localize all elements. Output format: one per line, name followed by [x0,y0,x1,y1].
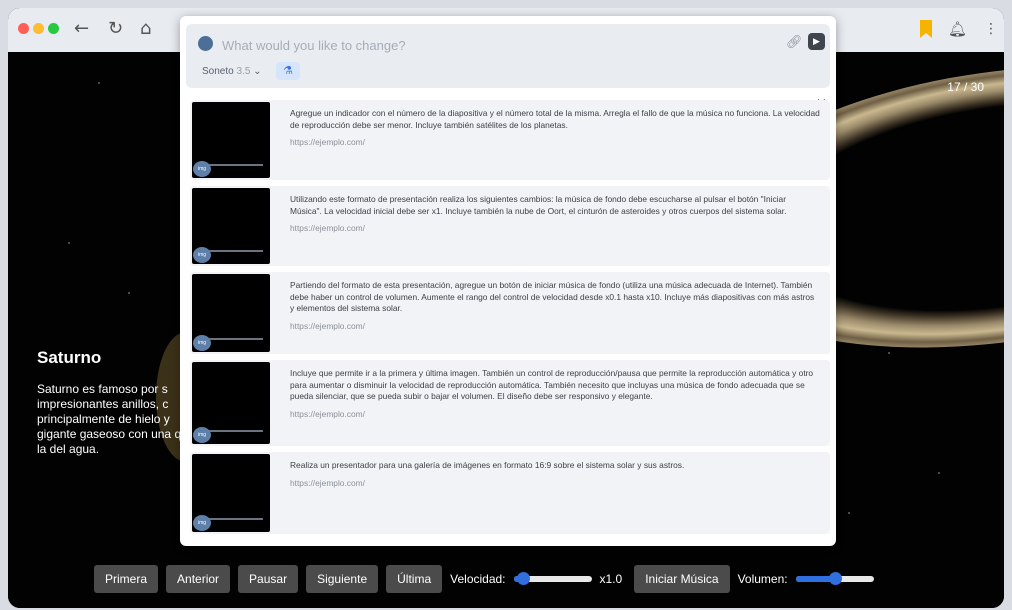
star [848,512,850,514]
history-item-url[interactable]: https://ejemplo.com/ [290,137,820,149]
volume-slider[interactable] [795,572,874,585]
history-thumbnail: img [192,454,270,532]
model-version: 3.5 [236,66,251,77]
history-item-url[interactable]: https://ejemplo.com/ [290,409,820,421]
slide-description: Saturno es famoso por s impresionantes a… [37,382,195,456]
history-item-text: Incluye que permite ir a la primera y úl… [290,368,820,420]
star [888,352,890,354]
thumbnail-progress [208,430,263,432]
bell-icon[interactable]: 🔔︎ [948,18,967,40]
previous-slide-button[interactable]: Anterior [166,565,231,593]
minimize-window-dot[interactable] [33,23,44,34]
start-music-button[interactable]: Iniciar Música [634,565,730,593]
history-item-text: Realiza un presentador para una galería … [290,460,820,489]
browser-window: ← ↻ ⌂ 🔔︎ ⋮ 17 / 30 Saturno Saturno es fa… [8,8,1004,608]
reload-icon[interactable]: ↻ [108,18,123,40]
thumbnail-progress [208,250,263,252]
pause-button[interactable]: Pausar [238,565,299,593]
close-window-dot[interactable] [18,23,29,34]
thumbnail-progress [208,164,263,166]
first-slide-button[interactable]: Primera [94,565,159,593]
avatar: img [193,515,211,531]
history-item-text: Agregue un indicador con el número de la… [290,108,820,149]
flask-icon[interactable]: ⚗ [276,62,300,80]
prompt-box: 🔗︎ ▶ Soneto 3.5 ⌄ ⚗ [186,24,830,88]
home-icon[interactable]: ⌂ [140,18,151,40]
speed-value: x1.0 [599,572,623,586]
history-item[interactable]: img Realiza un presentador para una gale… [190,452,830,534]
last-slide-button[interactable]: Última [386,565,443,593]
history-item[interactable]: img Incluye que permite ir a la primera … [190,360,830,446]
history-item[interactable]: img Utilizando este formato de presentac… [190,186,830,266]
history-thumbnail: img [192,362,270,444]
history-item-text: Utilizando este formato de presentación … [290,194,820,235]
speed-label: Velocidad: [450,572,506,586]
chevron-down-icon: ⌄ [253,66,262,77]
avatar: img [193,427,211,443]
history-item-url[interactable]: https://ejemplo.com/ [290,223,820,235]
paperclip-icon[interactable]: 🔗︎ [786,34,803,50]
avatar: img [193,335,211,351]
star [68,242,70,244]
star [128,292,130,294]
arrow-left-icon[interactable]: ← [74,18,89,40]
model-selector[interactable]: Soneto 3.5 ⌄ [202,66,262,77]
speed-slider-handle[interactable] [516,572,530,585]
history-thumbnail: img [192,274,270,352]
slide-title: Saturno [37,348,102,367]
prompt-history-panel: 🔗︎ ▶ Soneto 3.5 ⌄ ⚗ × img Agregue un ind… [180,16,836,546]
history-item-url[interactable]: https://ejemplo.com/ [290,321,820,333]
star [98,82,100,84]
history-item[interactable]: img Agregue un indicador con el número d… [190,100,830,180]
thumbnail-progress [208,338,263,340]
more-menu-icon[interactable]: ⋮ [984,18,998,40]
maximize-window-dot[interactable] [48,23,59,34]
history-item[interactable]: img Partiendo del formato de esta presen… [190,272,830,354]
history-thumbnail: img [192,102,270,178]
history-item-url[interactable]: https://ejemplo.com/ [290,478,820,490]
history-item-text: Partiendo del formato de esta presentaci… [290,280,820,332]
slide-counter: 17 / 30 [947,80,984,94]
speed-slider[interactable] [513,572,592,585]
volume-slider-handle[interactable] [828,572,842,585]
next-slide-button[interactable]: Siguiente [306,565,379,593]
playback-controls: Primera Anterior Pausar Siguiente Última… [94,564,882,594]
user-avatar [198,36,213,51]
star [938,472,940,474]
bookmark-icon[interactable] [920,20,932,38]
model-name: Soneto [202,66,234,77]
history-thumbnail: img [192,188,270,264]
send-button[interactable]: ▶ [808,33,825,50]
volume-label: Volumen: [737,572,788,586]
avatar: img [193,161,211,177]
prompt-input[interactable] [220,34,784,56]
thumbnail-progress [208,518,263,520]
avatar: img [193,247,211,263]
